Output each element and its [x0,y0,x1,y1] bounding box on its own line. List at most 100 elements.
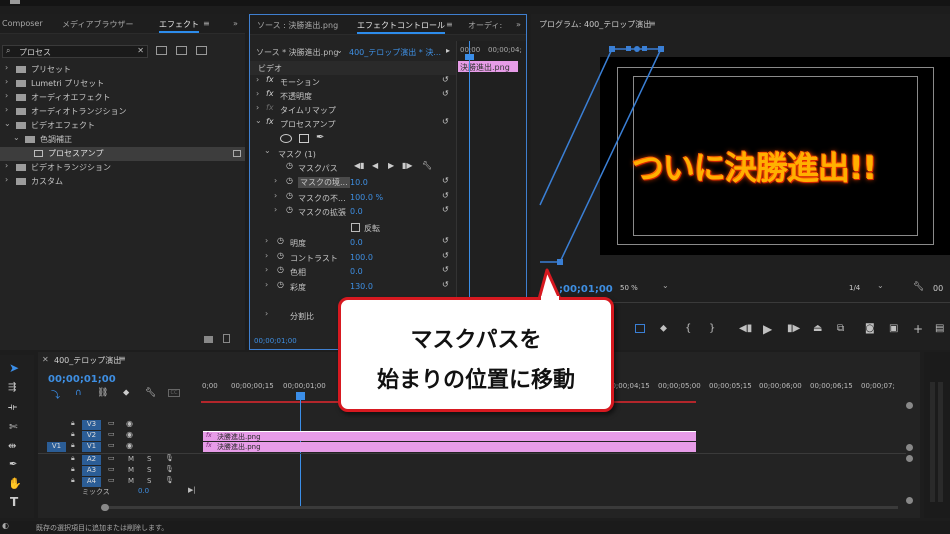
fx-icon[interactable]: fx [266,89,274,98]
lift-icon[interactable]: ⏏ [813,323,822,334]
mask-path-overlay[interactable] [531,14,950,284]
stopwatch-icon[interactable]: ◷ [286,176,293,185]
horizontal-scrollbar[interactable] [102,506,898,509]
eye-icon[interactable]: ◉ [126,419,133,428]
tree-item-custom[interactable]: › カスタム [0,175,245,189]
slip-tool-icon[interactable]: ⇹ [8,441,16,452]
hand-tool-icon[interactable]: ✋ [8,477,22,490]
vertical-scroll-handle[interactable] [906,455,913,462]
chevron-right-icon[interactable]: › [265,265,268,274]
stopwatch-icon[interactable]: ◷ [277,280,284,289]
mask-group[interactable]: ⌄ マスク (1) [250,146,456,161]
reset-icon[interactable]: ↺ [442,191,449,200]
fx-icon[interactable]: fx [266,117,274,126]
close-tab-icon[interactable]: ✕ [42,355,49,364]
expand-panels-icon[interactable]: » [516,20,521,29]
tree-item-audio-effects[interactable]: › オーディオエフェクト [0,91,245,105]
sync-lock-icon[interactable]: ▭ [108,465,115,473]
track-a4-header[interactable]: 🔒︎ A4 ▭ M S 🎙︎ [38,476,200,487]
lock-icon[interactable]: 🔒︎ [71,454,75,463]
stopwatch-icon[interactable]: ◷ [277,265,284,274]
eye-icon[interactable]: ◉ [126,441,133,450]
sequence-clip-link[interactable]: 400_テロップ演出 * 決... [349,47,441,58]
chevron-right-icon[interactable]: › [256,75,259,84]
program-ruler[interactable] [601,302,950,308]
tab-media-browser[interactable]: メディアブラウザー [62,19,133,30]
mask-path-row[interactable]: ◷ マスクパス ◀▮ ◀ ▶ ▮▶ 🔧︎ [250,161,456,175]
reset-icon[interactable]: ↺ [442,236,449,245]
chevron-right-icon[interactable]: › [265,309,268,318]
panel-menu-icon[interactable]: ≡ [446,20,453,29]
new-custom-bin-icon[interactable] [204,336,213,343]
ec-clip-bar[interactable]: 決勝進出.png [458,61,518,72]
panel-menu-icon[interactable]: ≡ [119,354,126,363]
chevron-right-icon[interactable]: › [274,205,277,214]
reset-icon[interactable]: ↺ [442,117,449,126]
stopwatch-icon[interactable]: ◷ [286,191,293,200]
lock-icon[interactable]: 🔒︎ [71,419,75,428]
chevron-right-icon[interactable]: › [265,236,268,245]
track-select-tool-icon[interactable]: ⇶ [8,382,16,393]
track-v1-label[interactable]: V1 [82,442,101,452]
chevron-right-icon[interactable]: › [256,103,259,112]
mask-inverted-row[interactable]: 反転 [250,221,456,235]
mix-end-icon[interactable]: ▶| [188,486,196,494]
source-patch-v1[interactable]: V1 [47,442,66,452]
add-button-icon[interactable]: + [913,322,923,336]
sync-lock-icon[interactable]: ▭ [108,476,115,484]
track-forward-frame-icon[interactable]: ▶ [388,161,394,170]
tree-item-presets[interactable]: › プリセット [0,63,245,77]
tree-item-video-effects[interactable]: ⌄ ビデオエフェクト [0,119,245,133]
tree-item-audio-transitions[interactable]: › オーディオトランジション [0,105,245,119]
chevron-down-icon[interactable]: ⌄ [336,46,343,55]
track-forward-icon[interactable]: ▮▶ [402,161,413,170]
mute-button[interactable]: M [128,477,134,485]
vertical-scroll-handle[interactable] [906,444,913,451]
ec-playhead-handle[interactable] [465,54,474,60]
hue-row[interactable]: › ◷ 色相 0.0 ↺ [250,265,456,279]
brightness-row[interactable]: › ◷ 明度 0.0 ↺ [250,236,456,250]
type-tool-icon[interactable]: T [10,495,18,509]
ec-timecode[interactable]: 00;00;01;00 [254,337,297,345]
tree-item-video-transitions[interactable]: › ビデオトランジション [0,161,245,175]
new-bin-icon[interactable] [156,46,167,55]
tab-audio[interactable]: オーディ: [468,20,502,31]
track-a2-header[interactable]: 🔒︎ A2 ▭ M S 🎙︎ [38,454,200,465]
mic-icon[interactable]: 🎙︎ [165,465,174,473]
mute-button[interactable]: M [128,455,134,463]
sync-lock-icon[interactable]: ▭ [108,454,115,462]
tree-item-color-correction[interactable]: ⌄ 色調補正 [0,133,245,147]
effects-search-field[interactable]: ⌕ プロセス ✕ [2,45,148,58]
mix-value[interactable]: 0.0 [138,487,149,495]
reset-icon[interactable]: ↺ [442,265,449,274]
tree-item-proc-amp[interactable]: プロセスアンプ [0,147,245,161]
rectangle-mask-icon[interactable] [299,134,309,143]
timeline-timecode[interactable]: 00;00;01;00 [48,374,116,385]
chevron-down-icon[interactable]: ⌄ [264,146,271,155]
clear-search-icon[interactable]: ✕ [137,46,144,55]
track-v3-header[interactable]: 🔒︎ V3 ▭ ◉ [38,419,200,430]
stopwatch-icon[interactable]: ◷ [286,161,293,170]
mark-in-icon[interactable] [635,324,645,333]
chevron-right-icon[interactable]: › [274,191,277,200]
stopwatch-icon[interactable]: ◷ [286,205,293,214]
reset-icon[interactable]: ↺ [442,251,449,260]
mark-out-bracket-icon[interactable]: } [709,323,715,334]
clip-v2[interactable]: fx 決勝進出.png [203,431,696,441]
play-clip-icon[interactable]: ▸ [446,46,450,55]
hue-value[interactable]: 0.0 [350,267,363,276]
saturation-row[interactable]: › ◷ 彩度 130.0 ↺ [250,280,456,294]
sync-lock-icon[interactable]: ▭ [108,441,115,449]
step-forward-icon[interactable]: ▮▶ [787,323,800,334]
tree-item-lumetri-presets[interactable]: › Lumetri プリセット [0,77,245,91]
inverted-checkbox[interactable] [351,223,360,232]
panel-menu-icon[interactable]: ≡ [203,19,210,28]
track-v2-header[interactable]: 🔒︎ V2 ▭ ◉ [38,430,200,441]
track-v1-header[interactable]: V1 🔒︎ V1 ▭ ◉ [38,441,200,452]
extract-icon[interactable]: ⧉ [837,323,844,334]
scroll-handle-right[interactable] [101,504,108,511]
contrast-value[interactable]: 100.0 [350,253,373,262]
button-editor-icon[interactable]: ▤ [935,323,944,334]
chevron-right-icon[interactable]: › [265,280,268,289]
mask-expansion-row[interactable]: › ◷ マスクの拡張 0.0 ↺ [250,205,456,219]
